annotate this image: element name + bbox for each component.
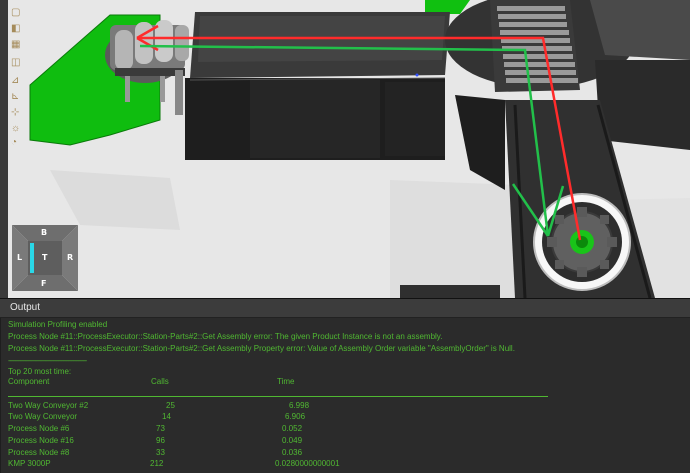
navcube-left[interactable]: L [17,253,22,262]
selection-icon[interactable]: ⊹ [11,108,23,118]
row-calls: 33 [156,448,165,457]
3d-viewport[interactable]: ▢ ◧ ▦ ◫ ⊿ ⊾ ⊹ ☼ ◔ B L T R F [0,0,690,298]
navcube-bottom[interactable]: F [41,279,46,288]
measure-icon[interactable]: ⊿ [11,76,23,86]
table-header-rule [8,396,548,397]
row-component: Two Way Conveyor [8,412,78,421]
navcube-right[interactable]: R [67,253,73,262]
output-title: Output [10,302,41,313]
table-header-component: Component [8,377,50,386]
navigation-cube[interactable]: B L T R F [12,225,78,291]
row-time: 6.998 [289,401,310,410]
row-component: Two Way Conveyor #2 [8,401,89,410]
log-line: Simulation Profiling enabled [8,320,108,329]
output-header: Output [0,299,690,318]
log-line: Process Node #11::ProcessExecutor::Stati… [8,344,515,353]
log-line: Process Node #11::ProcessExecutor::Stati… [8,332,443,341]
row-time: 0.0280000000001 [275,459,340,468]
conveyor-edge [400,285,500,298]
log-line: Top 20 most time: [8,367,72,376]
camera-icon[interactable]: ◧ [11,24,23,34]
output-log[interactable]: Simulation Profiling enabled Process Nod… [0,318,689,473]
snap-icon[interactable]: ◫ [11,58,23,68]
assembly-station[interactable] [533,193,631,291]
navcube-top[interactable]: B [41,228,47,237]
output-panel: Output Simulation Profiling enabled Proc… [0,298,690,473]
render-icon[interactable]: ◔ [11,138,23,148]
table-header-calls: Calls [151,377,169,386]
row-component: Process Node #16 [8,436,74,445]
row-time: 6.906 [285,412,306,421]
row-calls: 14 [162,412,171,421]
row-component: Process Node #8 [8,448,70,457]
row-calls: 25 [166,401,175,410]
row-calls: 96 [156,436,165,445]
row-calls: 212 [150,459,164,468]
viewport-toolbar: ▢ ◧ ▦ ◫ ⊿ ⊾ ⊹ ☼ ◔ [8,0,28,150]
conveyor-right [590,0,690,60]
scene-canvas[interactable] [0,0,690,298]
row-time: 0.049 [282,436,303,445]
row-time: 0.036 [282,448,303,457]
output-scrollbar[interactable] [686,318,690,473]
navcube-center[interactable]: T [42,253,47,262]
conveyor-base-panel [250,80,380,158]
log-separator: ----------------------------------------… [8,356,87,365]
table-header-time: Time [277,377,295,386]
row-time: 0.052 [282,424,303,433]
viewport-side-bar [0,0,8,298]
axis-icon[interactable]: ⊾ [11,92,23,102]
frame-icon[interactable]: ▢ [11,8,23,18]
row-component: Process Node #6 [8,424,70,433]
grid-icon[interactable]: ▦ [11,40,23,50]
sensor-dot [415,73,419,77]
conveyor-base-panel [385,82,445,156]
row-calls: 73 [156,424,165,433]
light-icon[interactable]: ☼ [11,124,23,134]
row-component: KMP 3000P [8,459,51,468]
